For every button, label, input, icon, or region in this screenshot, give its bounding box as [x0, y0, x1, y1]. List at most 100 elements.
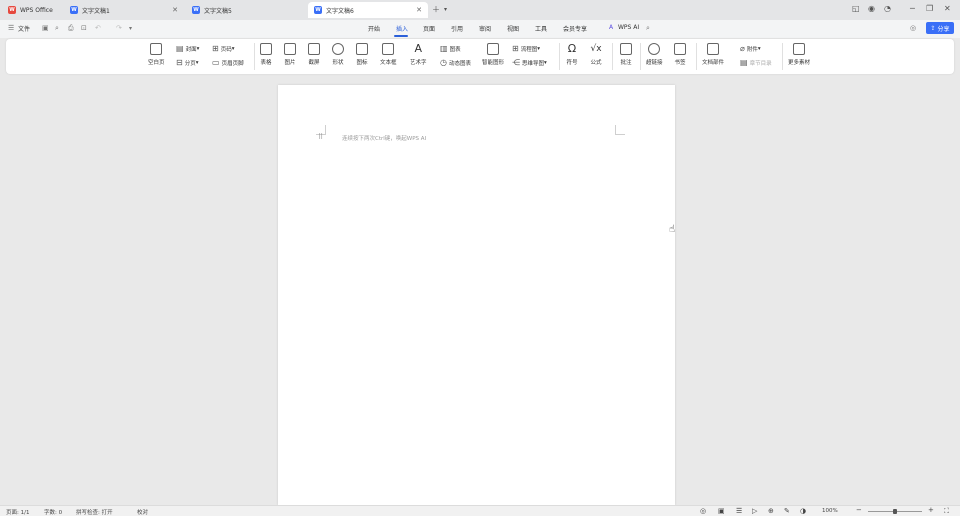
play-icon[interactable]: ▷ [752, 507, 757, 515]
zoom-level[interactable]: 100% [822, 508, 838, 514]
drag-handle-icon[interactable]: ⠿ [318, 133, 323, 141]
menu-member[interactable]: 会员专享 [563, 24, 587, 33]
label: 更多素材 [788, 60, 811, 66]
icon-button[interactable]: 图标 [356, 42, 368, 66]
comment-button[interactable]: 批注 [620, 42, 632, 66]
close-icon[interactable]: ✕ [172, 6, 178, 14]
wordart-button[interactable]: A 艺术字 [410, 42, 427, 67]
shape-button[interactable]: 形状 [332, 42, 344, 66]
page-break-button[interactable]: ⊟ 分页 ▾ [176, 58, 198, 67]
close-icon[interactable]: ✕ [416, 6, 422, 14]
save-icon[interactable]: ▣ [42, 24, 49, 32]
label: 智能图形 [482, 60, 505, 66]
menu-page[interactable]: 页面 [423, 24, 435, 33]
page-number-button[interactable]: ⊞ 页码 ▾ [212, 44, 234, 53]
redo-icon[interactable]: ↷ [116, 24, 122, 32]
label: 形状 [332, 60, 344, 66]
catalog-button[interactable]: ▤ 章节目录 [740, 58, 772, 67]
menu-wps-ai[interactable]: WPS AI [618, 24, 639, 31]
pen-icon[interactable]: ✎ [784, 507, 790, 515]
screenshot-button[interactable]: 截屏 [308, 42, 320, 66]
document-icon: W [192, 6, 200, 14]
spell-check[interactable]: 拼写检查: 打开 [76, 508, 113, 516]
label: 公式 [590, 60, 602, 66]
menu-file[interactable]: 文件 [18, 24, 30, 33]
page-view-icon[interactable]: ▣ [718, 507, 725, 515]
account-icon[interactable]: ◉ [868, 4, 875, 13]
tab-document-1[interactable]: W 文字文稿1 ✕ [64, 2, 184, 18]
menu-view[interactable]: 视图 [507, 24, 519, 33]
textbox-icon [382, 43, 395, 55]
print-icon[interactable]: ⎙ [68, 24, 74, 33]
minimize-icon[interactable]: ─ [910, 4, 915, 13]
zoom-out-icon[interactable]: − [856, 506, 862, 514]
search-icon[interactable]: ⌕ [646, 24, 650, 33]
restore-icon[interactable]: ❐ [926, 4, 933, 13]
menu-tools[interactable]: 工具 [535, 24, 547, 33]
new-tab-icon[interactable]: ＋ [432, 4, 440, 15]
label: 文档部件 [702, 60, 725, 66]
chart-icon: ▥ [440, 44, 448, 53]
outline-view-icon[interactable]: ☰ [736, 507, 742, 515]
menu-insert[interactable]: 插入 [396, 24, 408, 33]
header-footer-button[interactable]: ▭ 页眉页脚 [212, 58, 244, 67]
web-view-icon[interactable]: ⊕ [768, 507, 774, 515]
notification-icon[interactable]: ◔ [884, 4, 891, 13]
screenshot-icon [308, 43, 320, 55]
smart-art-button[interactable]: 智能图形 [482, 42, 504, 66]
menu-references[interactable]: 引用 [451, 24, 463, 33]
bookmark-button[interactable]: 书签 [674, 42, 686, 66]
dynamic-chart-button[interactable]: ◷ 动态图表 [440, 58, 471, 67]
divider [640, 43, 641, 70]
zoom-in-icon[interactable]: + [928, 506, 934, 514]
proofread[interactable]: 校对 [137, 508, 148, 516]
table-button[interactable]: 表格 [260, 42, 272, 66]
doc-component-button[interactable]: 文档部件 [702, 42, 724, 66]
search-doc-icon[interactable]: ⌕ [55, 24, 59, 33]
share-button[interactable]: ⇪ 分享 [926, 22, 954, 34]
page-count[interactable]: 页面: 1/1 [6, 508, 29, 516]
label: 附件 [746, 46, 758, 53]
chevron-down-icon[interactable]: ▾ [129, 25, 132, 32]
blank-page-button[interactable]: 空白页 [148, 42, 165, 66]
wps-ai-icon[interactable]: A [609, 24, 613, 31]
menu-review[interactable]: 审阅 [479, 24, 491, 33]
flowchart-icon: ⊞ [512, 44, 519, 53]
comment-icon [620, 43, 632, 55]
label: 动态图表 [448, 60, 471, 67]
attachment-button[interactable]: ⌀ 附件 ▾ [740, 44, 761, 53]
menu-home[interactable]: 开始 [368, 24, 380, 33]
textbox-button[interactable]: 文本框 [380, 42, 397, 66]
picture-button[interactable]: 图片 [284, 42, 296, 66]
hand-cursor-icon: ☝ [669, 224, 676, 235]
more-materials-button[interactable]: 更多素材 [788, 42, 810, 66]
close-window-icon[interactable]: ✕ [944, 4, 951, 13]
cover-button[interactable]: ▤ 封面 ▾ [176, 44, 199, 53]
blank-page-icon [150, 43, 163, 55]
zoom-slider-handle[interactable] [893, 509, 897, 514]
tab-wps-office[interactable]: W WPS Office [2, 2, 62, 18]
hyperlink-button[interactable]: 超链接 [646, 42, 663, 66]
smart-art-icon [487, 43, 499, 55]
share-label: 分享 [937, 25, 950, 33]
label: 图标 [356, 60, 368, 66]
fullscreen-icon[interactable]: ⛶ [944, 507, 949, 516]
chevron-down-icon[interactable]: ▾ [444, 6, 447, 13]
hamburger-icon[interactable]: ☰ [8, 24, 14, 32]
ai-hint-placeholder: 连续按下两次Ctrl键，唤起WPS AI [342, 136, 427, 142]
flowchart-button[interactable]: ⊞ 流程图 ▾ [512, 44, 540, 53]
symbol-button[interactable]: Ω 符号 [566, 42, 578, 67]
print-preview-icon[interactable]: ⊡ [81, 24, 87, 32]
window-layout-icon[interactable]: ◱ [852, 4, 860, 13]
tab-document-6[interactable]: W 文字文稿6 ✕ [308, 2, 428, 18]
eye-icon[interactable]: ◎ [910, 24, 916, 32]
word-count[interactable]: 字数: 0 [44, 508, 62, 516]
chart-button[interactable]: ▥ 图表 [440, 44, 461, 53]
document-page[interactable]: ⠿ 连续按下两次Ctrl键，唤起WPS AI [278, 85, 675, 505]
eye-protection-icon[interactable]: ◑ [800, 507, 806, 515]
formula-button[interactable]: √x 公式 [590, 42, 602, 66]
mindmap-button[interactable]: ⋲ 思维导图 ▾ [512, 58, 547, 67]
undo-icon[interactable]: ↶ [95, 24, 101, 32]
eye-icon[interactable]: ◎ [700, 507, 706, 515]
tab-document-5[interactable]: W 文字文稿5 [186, 2, 306, 18]
